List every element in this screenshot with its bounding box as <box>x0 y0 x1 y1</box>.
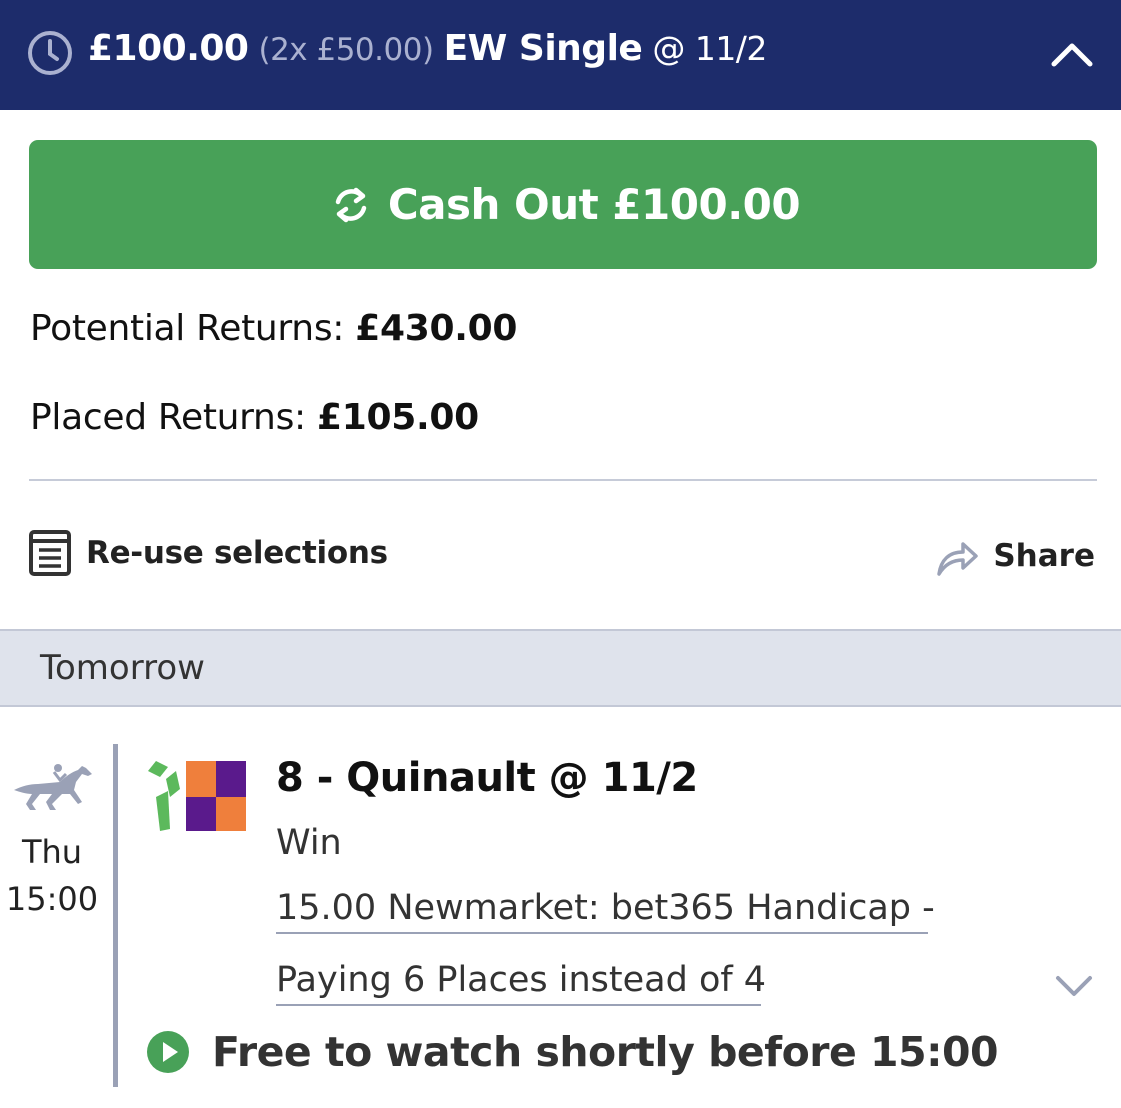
list-document-icon <box>29 530 71 576</box>
race-day: Thu <box>21 833 83 871</box>
event-link-line1[interactable]: 15.00 Newmarket: bet365 Handicap - <box>276 888 935 934</box>
cash-out-label: Cash Out £100.00 <box>387 180 801 229</box>
chevron-down-icon[interactable] <box>1054 972 1094 1000</box>
jockey-silks-icon <box>148 761 246 831</box>
clock-icon <box>28 31 72 75</box>
potential-returns-value: £430.00 <box>355 308 518 349</box>
reuse-selections-label: Re-use selections <box>86 535 388 571</box>
potential-returns: Potential Returns: £430.00 <box>30 308 517 349</box>
share-label: Share <box>993 538 1095 574</box>
event-link-line2[interactable]: Paying 6 Places instead of 4 <box>276 960 766 1006</box>
bet-header[interactable]: £100.00 (2x £50.00) EW Single @ 11/2 <box>0 0 1121 110</box>
day-group-label: Tomorrow <box>40 648 205 688</box>
day-group-header: Tomorrow <box>0 629 1121 707</box>
share-button[interactable]: Share <box>935 534 1095 578</box>
selection-timeline-bar <box>113 744 118 1087</box>
refresh-arrows-icon <box>335 187 367 222</box>
chevron-up-icon[interactable] <box>1050 38 1094 68</box>
market-name: Win <box>276 823 342 863</box>
potential-returns-label: Potential Returns: <box>30 308 345 349</box>
cash-out-button[interactable]: Cash Out £100.00 <box>29 140 1097 269</box>
stream-info[interactable]: Free to watch shortly before 15:00 <box>146 1028 999 1076</box>
race-time: 15:00 <box>5 880 99 918</box>
horse-racing-icon <box>14 764 92 810</box>
divider <box>29 479 1097 481</box>
stream-label: Free to watch shortly before 15:00 <box>212 1028 999 1076</box>
runner-selection: 8 - Quinault @ 11/2 <box>276 755 698 801</box>
bet-odds: @ 11/2 <box>652 29 767 68</box>
play-icon <box>147 1031 189 1073</box>
placed-returns: Placed Returns: £105.00 <box>30 397 479 438</box>
bet-type: EW Single <box>443 28 643 69</box>
bet-stake: £100.00 <box>88 28 249 69</box>
placed-returns-value: £105.00 <box>317 397 479 438</box>
reuse-selections-button[interactable]: Re-use selections <box>28 529 388 577</box>
placed-returns-label: Placed Returns: <box>30 397 306 438</box>
bet-summary: £100.00 (2x £50.00) EW Single @ 11/2 <box>88 28 767 69</box>
share-arrow-icon <box>937 542 979 576</box>
bet-stake-split: (2x £50.00) <box>258 32 434 68</box>
